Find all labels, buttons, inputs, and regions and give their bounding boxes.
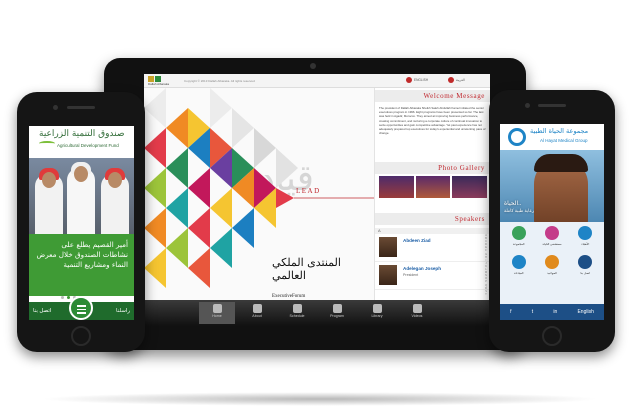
speaker-name: Adelegan Joseph <box>403 266 442 271</box>
alphabet-letter[interactable]: T <box>484 293 488 296</box>
hayat-app-screen: مجموعة الحياة الطبية Al Hayat Medical Gr… <box>500 124 604 320</box>
news-photo[interactable] <box>29 158 134 234</box>
menu-tile[interactable]: المجموعة <box>503 226 534 252</box>
speaker-role: President <box>403 273 419 277</box>
adf-app-screen: صندوق التنمية الزراعية Agricultural Deve… <box>29 126 134 320</box>
hayat-name-arabic: مجموعة الحياة الطبية <box>530 127 589 135</box>
lead-label: LEAD <box>296 187 321 195</box>
calendar-icon <box>292 304 302 313</box>
phone-camera <box>525 103 530 108</box>
speaker-avatar <box>379 237 397 257</box>
info-icon <box>252 304 262 313</box>
english-language-button[interactable]: ENGLISH <box>406 77 428 83</box>
menu-tile-icon <box>511 226 526 240</box>
device-shadow <box>40 392 600 406</box>
home-icon <box>212 304 222 313</box>
hero-caption: الحياة.. <box>504 201 522 207</box>
tablet-device: Dallah Albaraka Copyright © 2013 Dallah … <box>104 58 526 350</box>
contact-us-button[interactable]: اتصل بنا <box>33 308 51 314</box>
menu-tile-label: مستشفى الحياة <box>542 242 562 246</box>
arabic-language-button[interactable]: العربية <box>448 77 465 83</box>
menu-tile[interactable]: الأطباء <box>570 226 601 252</box>
menu-tile-label: الأطباء <box>581 242 590 246</box>
hayat-header: مجموعة الحياة الطبية Al Hayat Medical Gr… <box>500 124 604 150</box>
welcome-heading: Welcome Message <box>375 90 490 102</box>
english-language-button[interactable]: English <box>577 309 593 315</box>
gallery-photo[interactable] <box>379 176 414 198</box>
phone-home-button[interactable] <box>71 326 91 346</box>
menu-tile[interactable]: مستشفى الحياة <box>536 226 567 252</box>
speaker-name: Abdeen Ziad <box>403 238 431 243</box>
nav-schedule[interactable]: Schedule <box>279 302 315 324</box>
nav-home[interactable]: Home <box>199 302 235 324</box>
welcome-text: The president of Dallah Albaraka Sheikh … <box>379 106 486 136</box>
news-headline-panel[interactable]: أمير القصيم يطلع على نشاطات الصندوق خلال… <box>29 234 134 296</box>
hero-subcaption: رعاية طبية كاملة <box>504 208 535 213</box>
copyright-text: Copyright © 2013 Dallah Albaraka. All ri… <box>184 79 255 83</box>
right-phone-device: مجموعة الحياة الطبية Al Hayat Medical Gr… <box>489 90 615 352</box>
left-phone-device: صندوق التنمية الزراعية Agricultural Deve… <box>17 92 145 352</box>
news-headline: أمير القصيم يطلع على نشاطات الصندوق خلال… <box>36 240 128 269</box>
menu-tile[interactable]: اتصل بنا <box>570 255 601 281</box>
nav-videos[interactable]: Videos <box>399 302 435 324</box>
nav-library[interactable]: Library <box>359 302 395 324</box>
adf-name-english: Agricultural Development Fund <box>57 143 119 148</box>
facebook-icon[interactable]: f <box>510 309 511 315</box>
book-icon <box>372 304 382 313</box>
menu-button[interactable] <box>69 296 93 320</box>
nav-program[interactable]: Program <box>319 302 355 324</box>
menu-tile-icon <box>544 255 559 269</box>
menu-tile-label: المجموعة <box>512 242 525 246</box>
forum-title: ExecutiveForum <box>272 294 306 299</box>
speaker-row[interactable]: Abdeen Ziad <box>375 234 490 262</box>
menu-tile-icon <box>511 255 526 269</box>
phone-speaker <box>67 106 95 109</box>
speakers-heading[interactable]: Speakers <box>375 213 490 225</box>
list-icon <box>332 304 342 313</box>
twitter-icon[interactable]: t <box>532 309 533 315</box>
tablet-top-bar: Dallah Albaraka Copyright © 2013 Dallah … <box>144 74 490 88</box>
alphabet-index[interactable]: ABCDEFGHIJKLMNOPQRST <box>484 234 488 296</box>
menu-tile-label: المواعيد <box>547 271 557 275</box>
language-flag-icon <box>448 77 454 83</box>
video-icon <box>412 304 422 313</box>
gallery-photo[interactable] <box>452 176 488 198</box>
tablet-bottom-nav: Home About Schedule Program Library Vide… <box>144 300 490 326</box>
message-us-button[interactable]: راسلنا <box>116 308 130 314</box>
phone-camera <box>53 105 58 110</box>
menu-tile-icon <box>578 255 593 269</box>
speaker-avatar <box>379 265 397 285</box>
hayat-name-english: Al Hayat Medical Group <box>540 138 588 143</box>
adf-logo-icon <box>39 141 55 146</box>
speaker-row[interactable]: Adelegan Joseph President <box>375 262 490 290</box>
menu-tile[interactable]: العيادات <box>503 255 534 281</box>
menu-tile-icon <box>578 226 593 240</box>
menu-tile-icon <box>544 226 559 240</box>
linkedin-icon[interactable]: in <box>553 309 557 315</box>
tablet-sidebar: Welcome Message The president of Dallah … <box>374 88 490 300</box>
menu-tile-label: العيادات <box>513 271 524 275</box>
hayat-logo-icon <box>508 128 526 146</box>
menu-tile-label: اتصل بنا <box>580 271 591 275</box>
hayat-hero-banner[interactable]: الحياة.. رعاية طبية كاملة <box>500 150 604 222</box>
hayat-menu-grid: المجموعة مستشفى الحياة الأطباء العيادات المو… <box>503 226 601 281</box>
forum-calligraphy: المنتدى الملكي العالمي <box>272 256 341 282</box>
dallah-logo[interactable]: Dallah Albaraka <box>148 76 172 86</box>
social-bar: f t in English <box>500 304 604 320</box>
adf-name-arabic: صندوق التنمية الزراعية <box>39 129 125 139</box>
menu-icon <box>77 305 86 307</box>
gallery-heading[interactable]: Photo Gallery <box>375 162 490 174</box>
photo-gallery <box>379 176 488 198</box>
tablet-camera <box>310 63 316 69</box>
tablet-screen: Dallah Albaraka Copyright © 2013 Dallah … <box>144 74 490 326</box>
phone-speaker <box>538 104 566 107</box>
adf-header: صندوق التنمية الزراعية Agricultural Deve… <box>29 126 134 158</box>
nav-about[interactable]: About <box>239 302 275 324</box>
phone-home-button[interactable] <box>542 326 562 346</box>
menu-tile[interactable]: المواعيد <box>536 255 567 281</box>
language-flag-icon <box>406 77 412 83</box>
gallery-photo[interactable] <box>415 176 451 198</box>
